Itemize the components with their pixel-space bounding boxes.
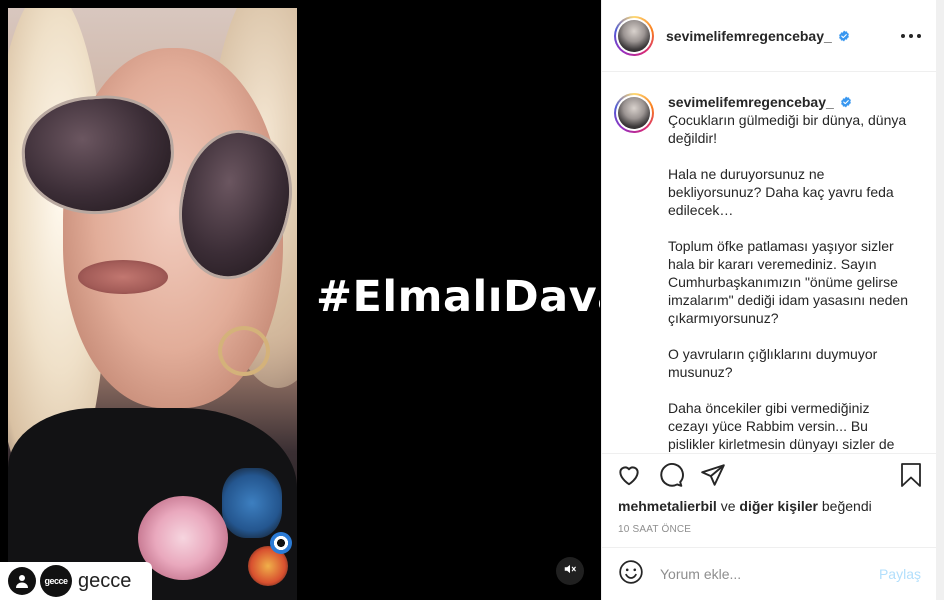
watermark: gecce gecce [0,562,152,600]
verified-badge-icon [840,96,852,108]
like-button[interactable] [614,462,644,492]
comment-bubble-icon [658,462,684,493]
more-options-button[interactable] [901,26,921,46]
header-username[interactable]: sevimelifemregencebay_ [666,28,832,44]
gecce-logo: gecce [40,565,72,597]
paper-plane-icon [700,462,726,493]
caption-avatar[interactable] [614,93,654,133]
avatar[interactable] [614,15,654,56]
share-button[interactable] [698,462,728,492]
caption-username[interactable]: sevimelifemregencebay_ [668,93,834,111]
likes-others-link[interactable]: diğer kişiler [739,498,818,514]
verified-badge-icon [838,30,850,42]
hashtag-overlay: #ElmalıDavası [316,272,600,322]
likes-connector: ve [720,498,736,514]
likes-suffix: beğendi [821,498,872,514]
post-timestamp[interactable]: 10 SAAT ÖNCE [618,524,691,535]
likes-summary: mehmetalierbil ve diğer kişiler beğendi [618,498,872,514]
post-comment-button[interactable]: Paylaş [879,566,921,582]
caption-text: Çocukların gülmediği bir dünya, dünya de… [668,111,913,453]
comment-button[interactable] [656,462,686,492]
dot-icon [917,34,921,38]
scrollbar[interactable] [936,0,944,600]
watermark-brand: gecce [78,569,132,592]
caption-paragraph: Toplum öfke patlaması yaşıyor sizler hal… [668,238,908,326]
post-panel: sevimelifemregencebay_ sevimelifemregenc… [601,0,937,600]
speaker-muted-icon [563,562,577,581]
caption-paragraph: O yavruların çığlıklarını duymuyor musun… [668,346,878,380]
caption-area[interactable]: sevimelifemregencebay_ Çocukların gülmed… [602,73,937,453]
dot-icon [909,34,913,38]
post-media[interactable]: #ElmalıDavası gecce gecce [0,0,600,600]
post-photo [8,8,297,600]
caption-paragraph: Hala ne duruyorsunuz ne bekliyorsunuz? D… [668,166,894,218]
user-icon [8,567,36,595]
caption-paragraph: Daha öncekiler gibi vermediğiniz cezayı … [668,400,895,452]
post-actions: mehmetalierbil ve diğer kişiler beğendi … [602,453,937,547]
heart-icon [616,462,642,493]
comment-input[interactable] [660,566,879,582]
save-button[interactable] [896,462,926,492]
emoji-icon[interactable] [618,559,644,590]
mute-button[interactable] [556,557,584,585]
caption-paragraph: Çocukların gülmediği bir dünya, dünya de… [668,112,907,146]
post-header: sevimelifemregencebay_ [602,0,937,72]
liker-username[interactable]: mehmetalierbil [618,498,717,514]
bookmark-icon [899,462,923,493]
dot-icon [901,34,905,38]
comment-bar: Paylaş [602,547,937,600]
